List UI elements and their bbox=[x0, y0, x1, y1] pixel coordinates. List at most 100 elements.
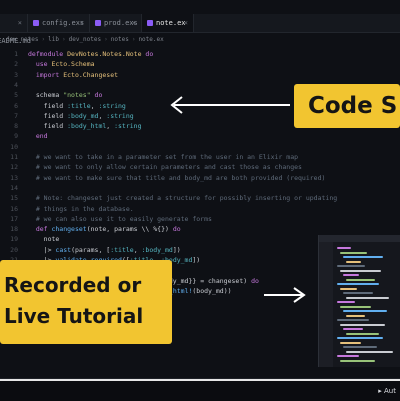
thumbnail-code-line bbox=[340, 341, 361, 344]
code-token: field bbox=[28, 122, 68, 131]
code-line: 13 # we want to make sure that title and… bbox=[0, 174, 400, 183]
line-number: 5 bbox=[14, 91, 18, 100]
chevron-right-icon: › bbox=[61, 36, 66, 43]
code-token: , bbox=[133, 245, 142, 254]
chevron-right-icon: › bbox=[104, 36, 108, 43]
captions-button[interactable]: ▸ Aut bbox=[378, 385, 396, 397]
code-line: 1 defmodule DevNotes.Notes.Note do bbox=[0, 50, 400, 59]
progress-track[interactable] bbox=[0, 379, 400, 381]
thumbnail-code-line bbox=[340, 359, 375, 362]
code-line: 16 # things in the database. bbox=[0, 205, 400, 214]
close-icon[interactable]: × bbox=[18, 14, 22, 32]
tab-note-ex[interactable]: note.ex × bbox=[142, 14, 194, 32]
arrow-right-icon bbox=[264, 287, 306, 303]
line-number: 2 bbox=[14, 60, 18, 69]
code-callout: Code S bbox=[294, 84, 400, 128]
code-text: field :body_html, :string bbox=[28, 122, 142, 131]
code-text: field :title, :string bbox=[28, 102, 126, 111]
code-line: 2 use Ecto.Schema bbox=[0, 60, 400, 69]
code-callout-label: Code S bbox=[308, 93, 398, 119]
code-token: |> bbox=[28, 245, 56, 254]
code-token: note bbox=[28, 235, 60, 244]
thumbnail-code-line bbox=[346, 350, 393, 353]
code-text: |> cast(params, [:title, :body_md]) bbox=[28, 246, 181, 255]
progress-fill bbox=[0, 379, 400, 381]
line-number: 7 bbox=[14, 111, 18, 120]
tutorial-callout-line2: Live Tutorial bbox=[4, 304, 144, 328]
code-token: field bbox=[28, 111, 68, 120]
line-number: 9 bbox=[14, 132, 18, 141]
breadcrumb-item[interactable]: lib bbox=[48, 36, 59, 43]
code-text: import Ecto.Changeset bbox=[28, 71, 118, 80]
thumbnail-code-line bbox=[337, 319, 369, 321]
line-number: 6 bbox=[14, 101, 18, 110]
breadcrumb-item[interactable]: dev_notes bbox=[69, 36, 102, 43]
breadcrumb-item[interactable]: dev_notes bbox=[6, 36, 39, 43]
code-token: :body_md bbox=[67, 111, 99, 120]
thumbnail-code-line bbox=[343, 328, 363, 330]
thumbnail-code-line bbox=[337, 355, 359, 357]
close-icon[interactable]: × bbox=[80, 14, 84, 32]
video-thumbnail bbox=[318, 235, 400, 367]
code-token: DevNotes.Notes.Note bbox=[67, 50, 142, 58]
file-icon bbox=[147, 20, 153, 26]
code-line: 11 # we want to take in a parameter set … bbox=[0, 153, 400, 162]
tutorial-callout: Recorded or Live Tutorial bbox=[0, 260, 172, 344]
breadcrumb: dev_notes › lib › dev_notes › notes › note.ex bbox=[6, 35, 164, 45]
line-number: 11 bbox=[10, 153, 18, 161]
code-token: ]) bbox=[192, 256, 201, 264]
thumbnail-code-line bbox=[346, 260, 361, 263]
code-token: def bbox=[28, 225, 52, 234]
code-line: 12 # we want to only allow certain param… bbox=[0, 163, 400, 172]
code-text: field :body_md, :string bbox=[28, 112, 134, 121]
breadcrumb-item[interactable]: note.ex bbox=[138, 36, 163, 43]
code-token: # we can also use it to easily generate … bbox=[28, 214, 212, 223]
code-token: :title bbox=[67, 101, 91, 110]
code-token: # Note: changeset just created a structu… bbox=[28, 194, 338, 203]
line-number: 12 bbox=[10, 163, 18, 172]
code-token: do bbox=[251, 276, 259, 285]
breadcrumb-item[interactable]: notes bbox=[111, 36, 129, 43]
code-text: end bbox=[28, 132, 48, 141]
line-number: 20 bbox=[10, 245, 18, 254]
line-number: 18 bbox=[10, 225, 18, 234]
code-token: Ecto.Changeset bbox=[63, 70, 119, 79]
thumbnail-code-line bbox=[346, 314, 365, 317]
thumbnail-code-line bbox=[337, 247, 351, 249]
line-number: 15 bbox=[10, 194, 18, 203]
code-line: 10 bbox=[0, 143, 400, 152]
close-icon[interactable]: × bbox=[132, 14, 136, 32]
code-line: 15 # Note: changeset just created a stru… bbox=[0, 194, 400, 203]
close-icon[interactable]: × bbox=[184, 14, 188, 32]
thumbnail-code-line bbox=[340, 287, 357, 290]
code-line: 3 import Ecto.Changeset bbox=[0, 71, 400, 80]
code-token: schema bbox=[28, 91, 64, 100]
tab-label: note.ex bbox=[156, 19, 186, 27]
code-token: do bbox=[172, 225, 181, 234]
chevron-right-icon: › bbox=[131, 36, 136, 43]
code-token: :string bbox=[106, 111, 134, 120]
line-number: 16 bbox=[10, 204, 18, 213]
thumbnail-code-line bbox=[343, 274, 359, 276]
file-icon bbox=[95, 20, 101, 26]
thumbnail-code-line bbox=[340, 269, 381, 272]
tab-config-exs[interactable]: config.exs × bbox=[28, 14, 90, 32]
code-token: # we want to take in a parameter set fro… bbox=[28, 153, 299, 161]
code-text: # we want to only allow certain paramete… bbox=[28, 163, 302, 172]
tab-readme-md[interactable]: README.md× bbox=[0, 14, 31, 45]
code-token: # we want to only allow certain paramete… bbox=[28, 163, 302, 172]
code-line: 18 def changeset(note, params \\ %{}) do bbox=[0, 225, 400, 234]
code-token: (body_md)) bbox=[192, 286, 232, 295]
code-text: use Ecto.Schema bbox=[28, 60, 95, 69]
thumbnail-code-line bbox=[340, 323, 385, 326]
code-token: do bbox=[141, 50, 154, 58]
thumbnail-code-line bbox=[346, 332, 379, 335]
thumbnail-titlebar bbox=[319, 235, 400, 242]
code-text: schema "notes" do bbox=[28, 91, 103, 100]
tab-prod-exs[interactable]: prod.exs × bbox=[90, 14, 142, 32]
code-line: 17 # we can also use it to easily genera… bbox=[0, 215, 400, 224]
line-number: 3 bbox=[14, 70, 18, 79]
thumbnail-code-line bbox=[340, 251, 367, 254]
code-token: end bbox=[28, 132, 48, 141]
code-token: Ecto.Schema bbox=[51, 60, 95, 69]
